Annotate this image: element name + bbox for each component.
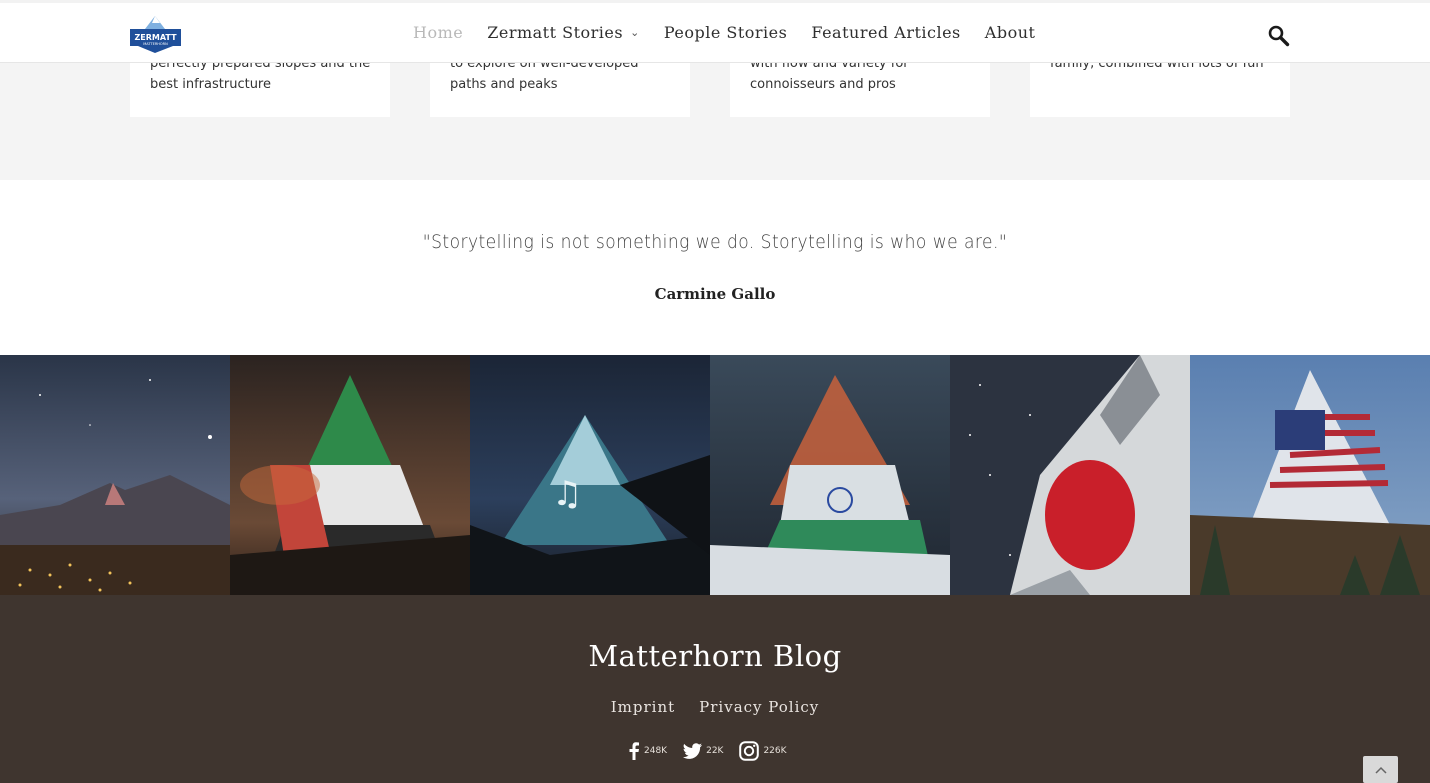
logo-text: ZERMATT xyxy=(134,33,177,42)
matterhorn-uae-flag-image[interactable] xyxy=(230,355,470,595)
chevron-up-icon xyxy=(1374,766,1387,774)
main-nav: Home Zermatt Stories ⌄ People Stories Fea… xyxy=(413,23,1059,42)
matterhorn-night-village-image[interactable] xyxy=(0,355,230,595)
logo-subtext: MATTERHORN xyxy=(143,42,168,46)
quote-text: "Storytelling is not something we do. St… xyxy=(422,231,1008,253)
scroll-to-top-button[interactable] xyxy=(1363,756,1398,783)
nav-label: About xyxy=(984,23,1036,42)
imprint-link[interactable]: Imprint xyxy=(611,698,675,716)
twitter-icon xyxy=(683,743,703,759)
quote-section: "Storytelling is not something we do. St… xyxy=(0,181,1430,355)
privacy-policy-link[interactable]: Privacy Policy xyxy=(699,698,819,716)
nav-about[interactable]: About xyxy=(985,23,1036,42)
nav-home[interactable]: Home xyxy=(413,23,463,42)
instagram-gallery: ♫ xyxy=(0,355,1430,595)
twitter-link[interactable]: 22K xyxy=(683,743,723,759)
search-icon[interactable] xyxy=(1268,25,1290,47)
footer-links: Imprint Privacy Policy xyxy=(0,698,1430,716)
matterhorn-japan-flag-image[interactable] xyxy=(950,355,1190,595)
site-footer: Matterhorn Blog Imprint Privacy Policy 2… xyxy=(0,595,1430,783)
facebook-icon xyxy=(629,742,639,760)
facebook-link[interactable]: 248K xyxy=(628,742,667,760)
nav-label: People Stories xyxy=(663,23,788,42)
matterhorn-music-note-image[interactable]: ♫ xyxy=(470,355,710,595)
nav-zermatt-stories[interactable]: Zermatt Stories ⌄ xyxy=(487,23,640,42)
matterhorn-usa-flag-image[interactable] xyxy=(1190,355,1430,595)
twitter-count: 22K xyxy=(706,746,724,756)
matterhorn-india-flag-image[interactable] xyxy=(710,355,950,595)
zermatt-logo[interactable]: ZERMATT MATTERHORN xyxy=(130,15,181,54)
instagram-count: 226K xyxy=(763,746,787,756)
nav-people-stories[interactable]: People Stories xyxy=(664,23,788,42)
social-links: 248K 22K 226K xyxy=(628,741,803,761)
nav-label: Zermatt Stories xyxy=(487,23,624,42)
svg-text:♫: ♫ xyxy=(552,474,582,514)
chevron-down-icon: ⌄ xyxy=(630,26,640,39)
footer-title: Matterhorn Blog xyxy=(588,639,842,673)
instagram-icon xyxy=(739,741,760,761)
nav-featured-articles[interactable]: Featured Articles xyxy=(811,23,960,42)
quote-author: Carmine Gallo xyxy=(654,285,776,303)
nav-label: Featured Articles xyxy=(811,23,961,42)
site-header: ZERMATT MATTERHORN Home Zermatt Stories ⌄… xyxy=(0,0,1430,63)
instagram-link[interactable]: 226K xyxy=(739,741,787,761)
nav-label: Home xyxy=(413,23,464,42)
facebook-count: 248K xyxy=(644,746,668,756)
